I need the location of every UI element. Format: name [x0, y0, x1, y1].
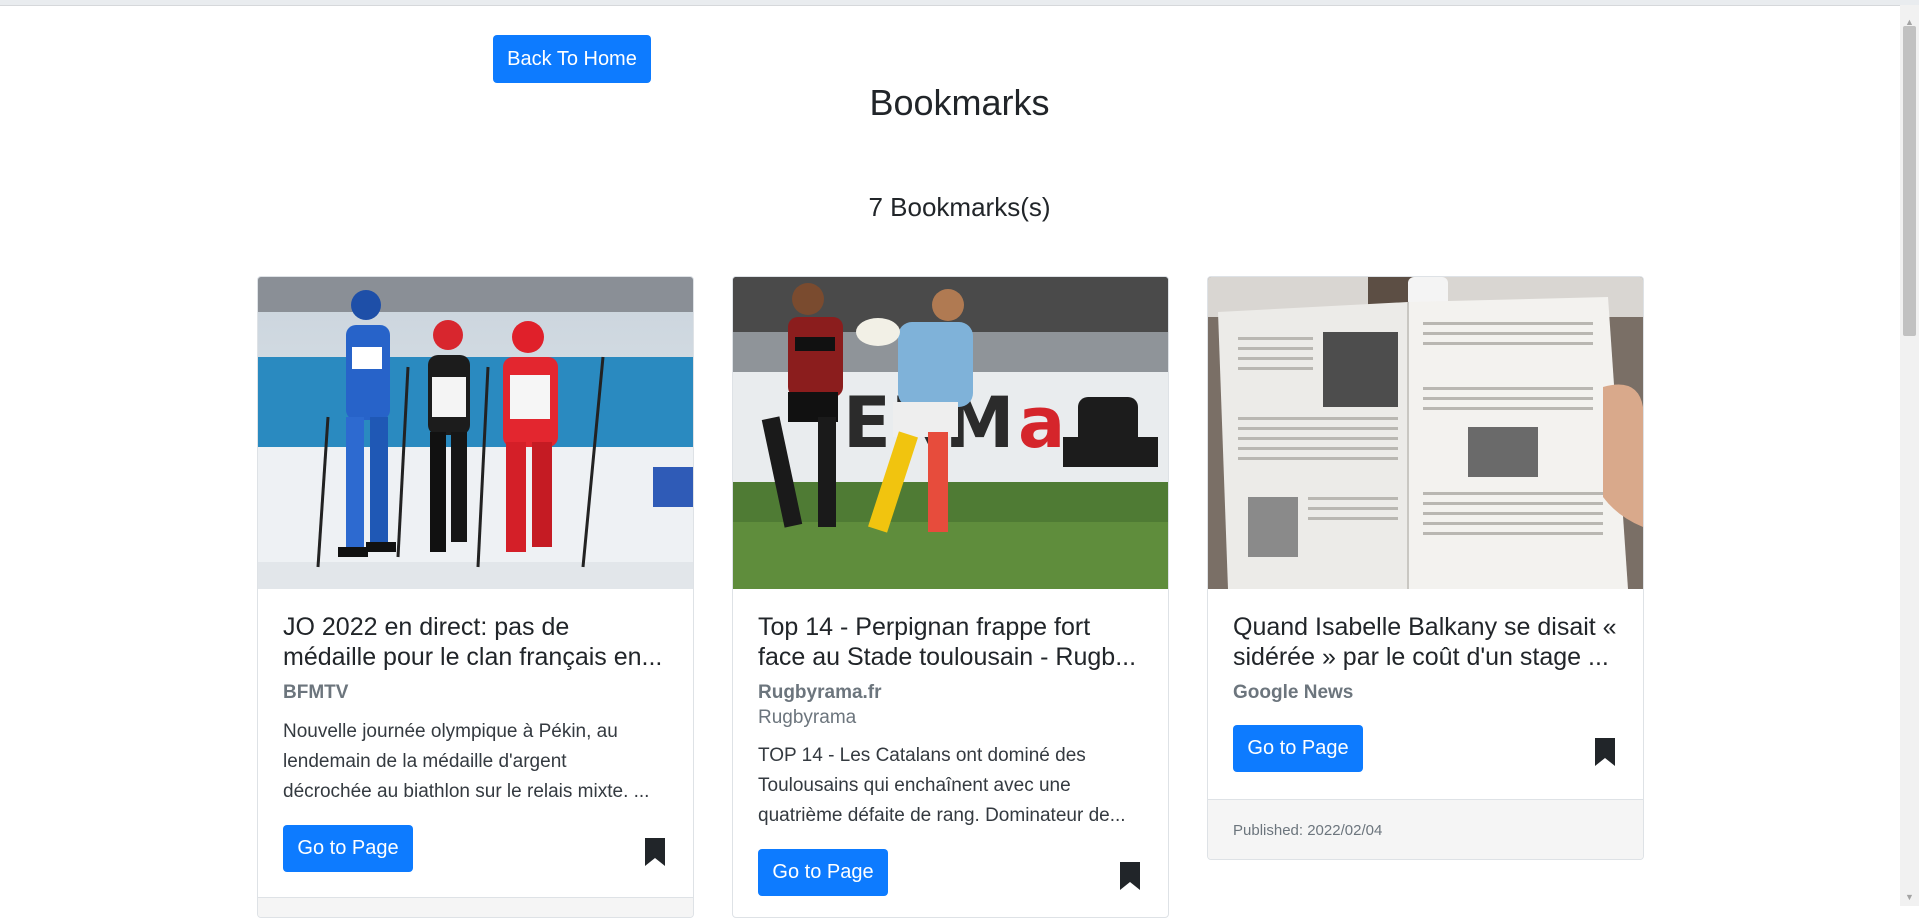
- bookmark-icon[interactable]: [1118, 860, 1142, 892]
- card-title-line: Quand Isabelle Balkany se disait «: [1233, 613, 1617, 641]
- cross-country-skiing-image: [258, 277, 693, 589]
- card-description-line: lendemain de la médaille d'argent: [283, 751, 567, 772]
- vertical-scrollbar[interactable]: ▲ ▼: [1900, 5, 1919, 906]
- card-title-line: face au Stade toulousain - Rugb...: [758, 643, 1137, 671]
- bookmark-icon[interactable]: [643, 836, 667, 868]
- go-to-page-button[interactable]: Go to Page: [1233, 725, 1363, 772]
- card-description: Nouvelle journée olympique à Pékin, au l…: [283, 717, 668, 807]
- scroll-down-arrow-icon[interactable]: ▼: [1900, 890, 1919, 904]
- go-to-page-button[interactable]: Go to Page: [758, 849, 888, 896]
- card-description: TOP 14 - Les Catalans ont dominé des Tou…: [758, 741, 1143, 831]
- bookmark-card: ERM a Top 14 - Perpignan frappe fort fac…: [732, 276, 1169, 918]
- bookmark-count: 7 Bookmarks(s): [868, 192, 1051, 222]
- svg-text:a: a: [1018, 382, 1065, 464]
- rugby-match-image: ERM a: [733, 277, 1168, 589]
- bookmark-card: JO 2022 en direct: pas de médaille pour …: [257, 276, 694, 918]
- card-source: BFMTV: [283, 682, 349, 703]
- page-title: Bookmarks: [869, 82, 1050, 123]
- card-source: Google News: [1233, 682, 1354, 703]
- card-description-line: quatrième défaite de rang. Dominateur de…: [758, 805, 1126, 826]
- card-title-line: sidérée » par le coût d'un stage ...: [1233, 643, 1609, 671]
- card-title[interactable]: Quand Isabelle Balkany se disait « sidér…: [1233, 612, 1618, 672]
- back-to-home-button[interactable]: Back To Home: [493, 35, 651, 83]
- go-to-page-button[interactable]: Go to Page: [283, 825, 413, 872]
- card-footer: [258, 897, 693, 917]
- browser-top-edge: [0, 0, 1919, 6]
- card-title-line: médaille pour le clan français en...: [283, 643, 663, 671]
- card-description-line: décrochée au biathlon sur le relais mixt…: [283, 781, 650, 802]
- card-description-line: Nouvelle journée olympique à Pékin, au: [283, 721, 618, 742]
- bookmark-card: Quand Isabelle Balkany se disait « sidér…: [1207, 276, 1644, 860]
- card-description-line: Toulousains qui enchaînent avec une: [758, 775, 1071, 796]
- card-title[interactable]: JO 2022 en direct: pas de médaille pour …: [283, 612, 668, 672]
- newspaper-image: [1208, 277, 1643, 589]
- scrollbar-thumb[interactable]: [1903, 26, 1916, 336]
- bookmark-icon[interactable]: [1593, 736, 1617, 768]
- card-title-line: JO 2022 en direct: pas de: [283, 613, 570, 641]
- card-title-line: Top 14 - Perpignan frappe fort: [758, 613, 1091, 641]
- card-sub-source: Rugbyrama: [758, 707, 857, 728]
- card-title[interactable]: Top 14 - Perpignan frappe fort face au S…: [758, 612, 1143, 672]
- card-footer: Published: 2022/02/04: [1208, 799, 1643, 859]
- published-date: Published: 2022/02/04: [1233, 822, 1383, 839]
- card-description-line: TOP 14 - Les Catalans ont dominé des: [758, 745, 1086, 766]
- card-source: Rugbyrama.fr: [758, 682, 882, 703]
